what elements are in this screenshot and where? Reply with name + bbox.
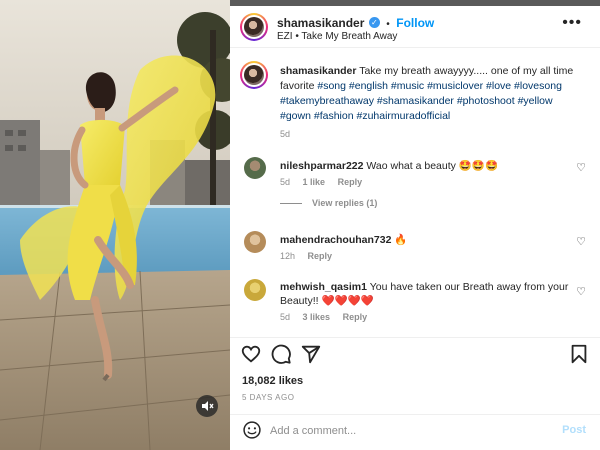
follow-button[interactable]: Follow [396,16,434,30]
comment-time: 5d [280,312,291,322]
heart-icon[interactable] [240,343,262,365]
comment-like-heart-icon[interactable]: ♡ [576,285,586,298]
caption-avatar[interactable] [240,61,268,89]
comment-icon[interactable] [270,343,292,365]
comment-row: mehwish_qasim1 You have taken our Breath… [280,280,580,308]
comment-row: mahendrachouhan732 🔥 [280,233,580,247]
emoji-icon[interactable] [242,420,262,440]
comment-like-heart-icon[interactable]: ♡ [576,235,586,248]
author-avatar[interactable] [240,13,268,41]
comment-likes[interactable]: 1 like [303,177,326,187]
verified-badge-icon: ✓ [368,17,380,29]
caption-username[interactable]: shamasikander [280,65,356,77]
comment-row: nileshparmar222 Wao what a beauty 🤩🤩🤩 [280,159,580,173]
action-bar [240,343,590,369]
author-username[interactable]: shamasikander [277,16,364,30]
comment-time: 12h [280,251,296,261]
reply-button[interactable]: Reply [343,312,368,322]
caption-time: 5d [280,129,291,139]
comment-text: Wao what a beauty 🤩🤩🤩 [366,160,499,172]
comment-username[interactable]: mehwish_qasim1 [280,281,367,293]
comment-username[interactable]: nileshparmar222 [280,160,363,172]
reply-button[interactable]: Reply [308,251,333,261]
mute-icon [202,401,214,411]
replies-line [280,203,302,204]
post-header: shamasikander ✓ • Follow EZI • Take My B… [230,6,600,48]
comment-meta: 5d 1 like Reply [280,177,372,187]
post-details-panel: shamasikander ✓ • Follow EZI • Take My B… [230,6,600,450]
comment-meta: 12h Reply [280,251,342,261]
share-icon[interactable] [300,343,322,365]
comment-input[interactable] [270,422,540,440]
comment-text: 🔥 [394,234,408,246]
reply-button[interactable]: Reply [338,177,363,187]
more-options-icon[interactable]: ••• [562,14,582,32]
comment-meta: 5d 3 likes Reply [280,312,377,322]
video-frame [0,0,230,450]
commenter-avatar[interactable] [244,279,266,301]
mute-toggle-button[interactable] [196,395,218,417]
commenter-avatar[interactable] [244,157,266,179]
audio-label[interactable]: EZI • Take My Breath Away [277,31,397,42]
comment-time: 5d [280,177,291,187]
likes-count[interactable]: 18,082 likes [242,375,303,387]
post-modal: shamasikander ✓ • Follow EZI • Take My B… [0,0,600,450]
comments-list[interactable]: shamasikander Take my breath awayyyy....… [230,49,600,337]
actions-divider [230,337,600,338]
commenter-avatar[interactable] [244,231,266,253]
caption: shamasikander Take my breath awayyyy....… [280,64,580,124]
separator-dot: • [386,19,390,30]
caption-hashtags[interactable]: #song #english #music #musiclover #love … [280,80,562,122]
comment-like-heart-icon[interactable]: ♡ [576,161,586,174]
comment-username[interactable]: mahendrachouhan732 [280,234,391,246]
composer-divider [230,414,600,415]
view-replies-button[interactable]: View replies (1) [312,198,377,208]
post-video[interactable] [0,0,230,450]
post-comment-button[interactable]: Post [562,424,586,436]
bookmark-icon[interactable] [568,343,590,365]
comment-likes[interactable]: 3 likes [303,312,331,322]
post-age: 5 DAYS AGO [242,393,295,402]
